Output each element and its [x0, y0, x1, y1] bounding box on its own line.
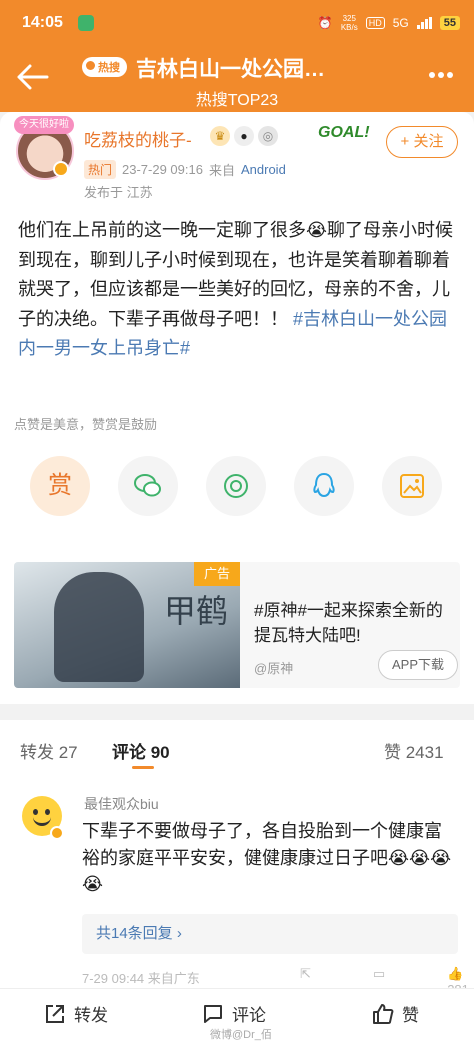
comment-icon	[204, 1004, 222, 1023]
repost-icon	[46, 1004, 64, 1023]
commenter-verified-icon	[50, 826, 64, 840]
comment-meta: 7-29 09:44 来自广东	[82, 971, 200, 986]
qq-icon	[313, 472, 335, 498]
avatar-frame: 今天很好啦	[14, 116, 74, 134]
watermark: 微博@Dr_佰	[210, 1029, 272, 1041]
network-type: 5G	[392, 16, 409, 30]
avatar-mouth	[33, 816, 51, 826]
panda-icon: ●	[234, 126, 254, 146]
ad-card[interactable]: 甲鹤 广告 #原神#一起来探索全新的提瓦特大陆吧! @原神 APP下载	[14, 562, 460, 688]
verified-badge-icon	[53, 161, 69, 177]
signal-icon	[416, 17, 432, 29]
ad-title: #原神#一起来探索全新的提瓦特大陆吧!	[254, 601, 443, 645]
repost-button[interactable]: 转发	[44, 1001, 108, 1026]
comment-label: 评论	[232, 1006, 266, 1025]
view-replies-button[interactable]: 共14条回复 ›	[82, 914, 458, 954]
source-prefix: 来自	[208, 163, 235, 178]
user-badges: ♛ ● ◎	[210, 126, 278, 146]
page-header: 热搜 吉林白山一处公园… 热搜TOP23	[0, 50, 474, 112]
post-source[interactable]: Android	[241, 162, 286, 177]
hd-indicator: HD	[365, 17, 385, 29]
status-indicators: ⏰ 325 KB/s HD 5G 55	[318, 14, 460, 32]
avatar-eye	[33, 809, 38, 815]
more-icon[interactable]	[428, 62, 454, 88]
moments-icon	[224, 474, 248, 498]
hot-search-badge: 热搜	[82, 57, 127, 77]
tab-underline	[132, 766, 154, 769]
post-location: 发布于 江苏	[84, 185, 153, 200]
battery-icon: 55	[439, 16, 460, 30]
comment-text: 下辈子不要做母子了，各自投胎到一个健康富裕的家庭平平安安，健健康康过日子吧😭😭😭…	[82, 821, 452, 894]
reward-hint: 点赞是美意，赞赏是鼓励	[14, 417, 158, 432]
moments-share-button[interactable]	[206, 456, 266, 516]
reward-button[interactable]: 赏	[30, 456, 90, 516]
alarm-icon: ⏰	[317, 16, 333, 30]
interaction-tabs: 转发 27 评论 90 赞 2431	[0, 720, 474, 778]
ad-character	[54, 572, 144, 682]
wechat-share-button[interactable]	[118, 456, 178, 516]
status-bar: 14:05 ⏰ 325 KB/s HD 5G 55	[0, 0, 474, 50]
ad-section: 甲鹤 广告 #原神#一起来探索全新的提瓦特大陆吧! @原神 APP下载	[0, 536, 474, 704]
tab-reposts[interactable]: 转发 27	[20, 738, 78, 763]
follow-button[interactable]: + 关注	[386, 126, 458, 158]
status-time: 14:05	[22, 14, 63, 31]
repost-label: 转发	[74, 1006, 108, 1025]
goal-sticker: GOAL!	[318, 124, 370, 141]
app-download-button[interactable]: APP下载	[378, 650, 458, 680]
page-title: 吉林白山一处公园…	[136, 58, 325, 81]
post-meta: 热门 23-7-29 09:16 来自 Android	[84, 160, 286, 179]
qq-share-button[interactable]	[294, 456, 354, 516]
avatar-eye	[45, 809, 50, 815]
post-content: 他们在上吊前的这一晚一定聊了很多😭聊了母亲小时候到现在，聊到儿子小时候到现在，也…	[18, 216, 458, 364]
crown-icon: ♛	[210, 126, 230, 146]
weibo-post: 今天很好啦 吃荔枝的桃子- ♛ ● ◎ GOAL! + 关注 热门 23-7-2…	[0, 112, 474, 536]
wechat-icon	[134, 474, 161, 497]
image-icon	[400, 474, 424, 498]
commenter-name[interactable]: 最佳观众biu	[84, 794, 159, 814]
tab-comments[interactable]: 评论 90	[112, 738, 170, 763]
username[interactable]: 吃荔枝的桃子-	[84, 126, 192, 151]
tab-likes[interactable]: 赞 2431	[384, 738, 444, 763]
medal-icon: ◎	[258, 126, 278, 146]
save-image-button[interactable]	[382, 456, 442, 516]
page-subtitle: 热搜TOP23	[195, 92, 279, 109]
net-speed: 325 KB/s	[340, 14, 358, 32]
like-label: 赞	[402, 1006, 419, 1025]
ad-image-text: 甲鹤	[164, 592, 229, 630]
ad-source: @原神	[254, 661, 294, 676]
app-notification-icon	[78, 15, 94, 31]
thumbs-up-icon	[373, 1003, 394, 1024]
comment-item: 最佳观众biu 下辈子不要做母子了，各自投胎到一个健康富裕的家庭平平安安，健健康…	[0, 778, 474, 997]
share-actions: 赏	[0, 450, 474, 520]
ad-label: 广告	[194, 562, 240, 586]
hot-tag: 热门	[84, 160, 117, 179]
post-timestamp: 23-7-29 09:16	[122, 162, 203, 177]
like-button[interactable]: 赞	[372, 1001, 419, 1026]
comment-button[interactable]: 评论	[202, 1001, 266, 1026]
